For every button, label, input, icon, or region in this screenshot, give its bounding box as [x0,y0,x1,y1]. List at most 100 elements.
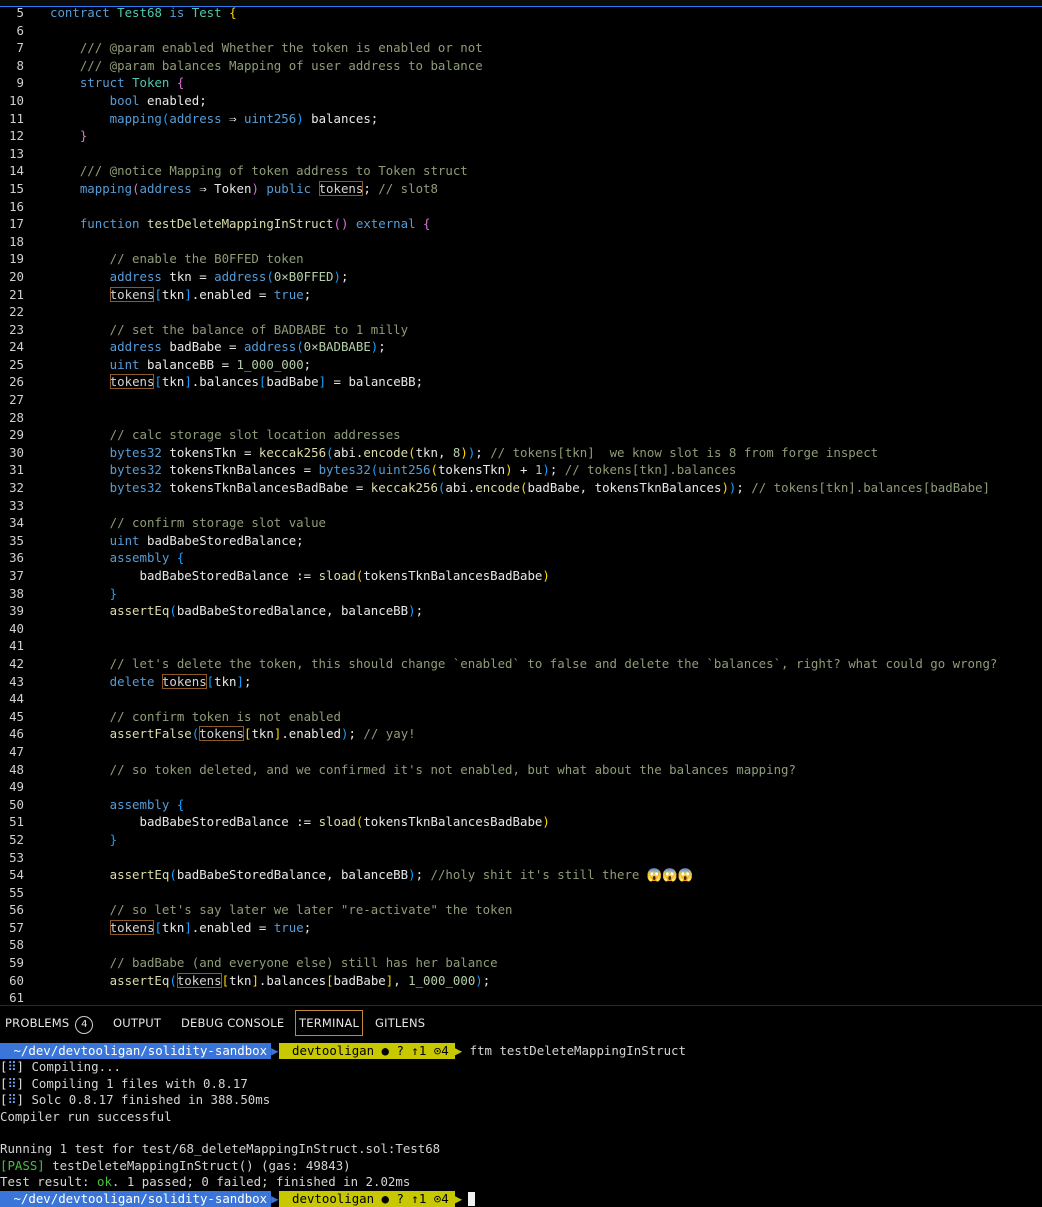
code-line: 39 assertEq(badBabeStoredBalance, balanc… [0,602,1042,620]
code-line: 60 assertEq(tokens[tkn].balances[badBabe… [0,972,1042,990]
tab-terminal[interactable]: TERMINAL [295,1010,364,1036]
code-token: ) [505,462,513,478]
terminal-output[interactable]: ~/dev/devtooligan/solidity-sandbox ▶ devt… [0,1043,1042,1207]
code-line: 40 [0,620,1042,638]
code-token: /// @param enabled Whether the token is … [50,40,483,56]
line-number: 26 [9,374,24,390]
code-token: ( [430,462,438,478]
code-line: 21 tokens[tkn].enabled = true; [0,286,1042,304]
line-number: 32 [9,480,24,496]
line-content: // so let's say later we later "re-activ… [50,901,513,919]
line-number: 38 [9,585,24,601]
code-token: // tokens[tkn].balances [564,462,737,478]
code-token: // yay! [363,726,416,742]
code-token: tkn = [169,268,215,284]
code-token: ( [326,444,334,460]
code-token: true [273,919,304,935]
code-token: 1_000_000 [236,356,304,372]
line-number: 33 [9,497,24,513]
compile-status: Compiler run successful [0,1108,172,1124]
spinner-icon: ⠿ [7,1059,17,1075]
code-token: ) [408,867,416,883]
code-token: assertEq [50,867,170,883]
code-line: 7 /// @param enabled Whether the token i… [0,39,1042,57]
line-content: /// @param enabled Whether the token is … [50,39,483,57]
code-token: { [229,5,237,20]
line-number: 22 [9,304,24,320]
code-token: // so let's say later we later "re-activ… [50,902,513,918]
code-token: sload [318,814,356,830]
code-line: 33 [0,497,1042,515]
line-number: 54 [9,867,24,883]
line-number: 15 [9,180,24,196]
code-token: assertEq [50,603,170,619]
line-number: 17 [9,216,24,232]
code-token: tokensTkn [437,462,506,478]
code-editor[interactable]: 5 contract Test68 is Test {6 7 /// @param … [0,0,1042,1004]
tab-output[interactable]: OUTPUT [113,1016,161,1030]
code-token: function [50,216,147,232]
compile-line-1: Compiling... [31,1059,121,1075]
code-line: 36 assembly { [0,549,1042,567]
code-token: tkn [251,726,274,742]
line-content: function testDeleteMappingInStruct() ext… [50,215,431,233]
line-content: badBabeStoredBalance := sload(tokensTknB… [50,813,550,831]
code-token: assertEq [50,972,170,988]
line-content: // calc storage slot location addresses [50,426,401,444]
prompt-separator-icon: ▶ [271,1043,279,1058]
code-token: uint [50,356,147,372]
code-token: ; [303,919,312,935]
code-token: tokens [199,726,244,742]
tab-gitlens[interactable]: GITLENS [375,1016,425,1030]
code-token: ; [340,268,349,284]
code-token: ; [244,673,252,689]
code-token: ( [408,444,416,460]
code-token: ; [363,180,379,196]
code-token: tokensTknBalancesBadBabe [363,568,543,583]
code-line: 38 } [0,585,1042,603]
line-number: 51 [9,814,24,830]
line-number: 57 [9,919,24,935]
line-number: 56 [9,902,24,918]
tab-debug-console[interactable]: DEBUG CONSOLE [181,1016,284,1030]
terminal-blank [0,1125,1042,1141]
line-number: 12 [9,128,24,144]
code-token: ⇒ Token [199,180,252,196]
code-line: 41 [0,637,1042,655]
tab-problems[interactable]: PROBLEMS 4 [5,1016,94,1034]
prompt-path: ~/dev/devtooligan/solidity-sandbox [0,1043,272,1060]
line-number: 61 [9,990,24,1004]
code-token: ( [266,268,274,284]
code-token: tokensTknBalancesBadBabe = [169,480,371,496]
code-token: // tokens[tkn].balances[badBabe] [751,480,991,496]
code-token: badBabe [333,972,386,988]
line-number: 27 [9,392,24,408]
code-line: 32 bytes32 tokensTknBalancesBadBabe = ke… [0,479,1042,497]
pass-tag: [PASS] [0,1157,45,1173]
line-content: tokens[tkn].enabled = true; [50,286,311,304]
prompt-separator-icon: ▶ [454,1190,463,1206]
code-token: contract [50,5,118,20]
code-token: bool [50,92,147,108]
result-rest: . 1 passed; 0 failed; finished in 2.02ms [111,1174,411,1190]
code-token: // confirm token is not enabled [50,708,341,724]
code-line: 19 // enable the B0FFED token [0,250,1042,268]
code-line: 30 bytes32 tokensTkn = keccak256(abi.enc… [0,444,1042,462]
code-token: ; [736,480,752,496]
terminal-line: [⠿] Compiling... [0,1059,121,1075]
terminal-cursor[interactable] [468,1192,476,1207]
code-token: is [161,5,192,20]
code-token: ) [542,568,550,583]
line-content: // confirm storage slot value [50,514,326,532]
code-token: tokensTkn = [169,444,259,460]
code-token: ) [542,462,550,478]
line-number: 20 [9,268,24,284]
line-content: } [50,585,117,603]
code-token: { [176,550,185,566]
line-content: badBabeStoredBalance := sload(tokensTknB… [50,567,550,585]
code-line: 13 [0,145,1042,163]
code-token: } [50,128,88,144]
line-number: 9 [16,75,24,91]
code-token: ; [415,603,424,619]
